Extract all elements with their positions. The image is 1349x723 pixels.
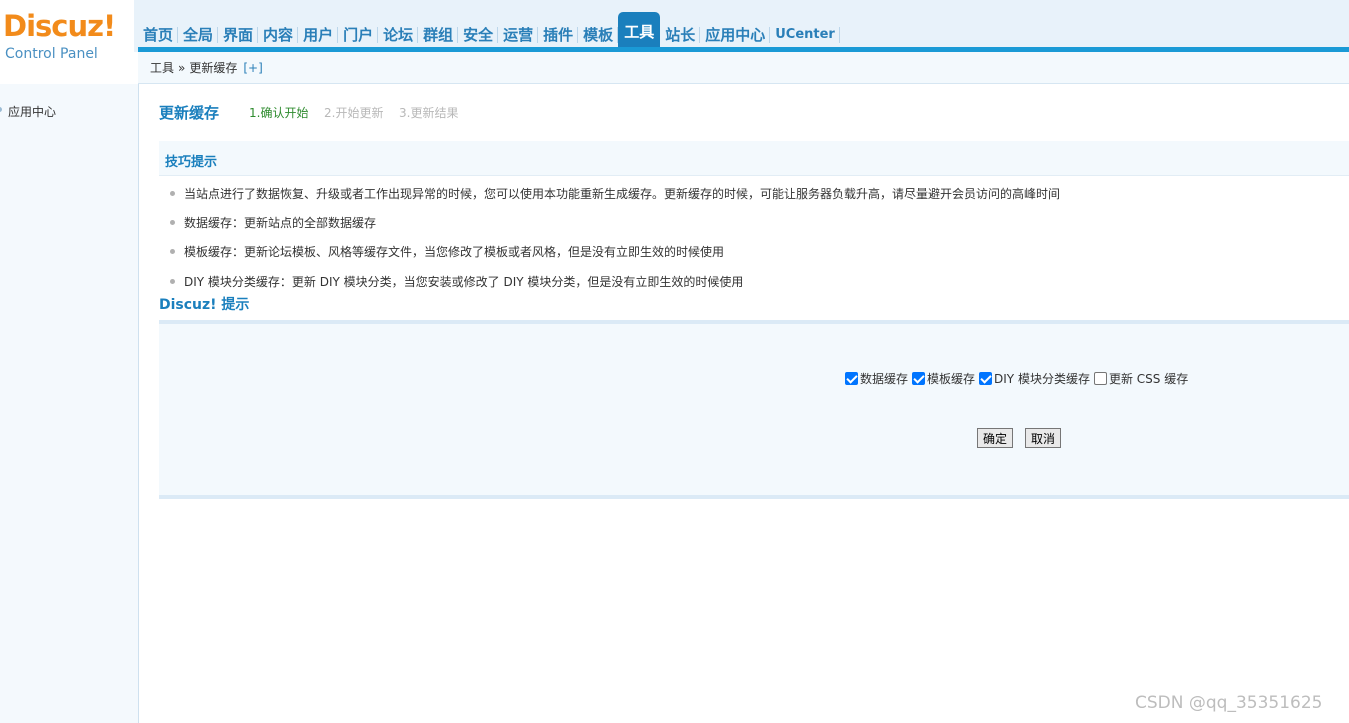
option-label: 数据缓存 bbox=[860, 372, 909, 386]
sidebar: 应用中心 bbox=[0, 84, 139, 723]
step-confirm: 1.确认开始 bbox=[249, 106, 309, 120]
breadcrumb: 工具 » 更新缓存 [+] bbox=[138, 52, 1349, 84]
option-css-cache[interactable]: 更新 CSS 缓存 bbox=[1093, 370, 1189, 387]
nav-item-portal[interactable]: 门户 bbox=[338, 18, 379, 50]
app-window: Discuz! Control Panel 首页 全局 界面 内容 用户 门户 … bbox=[0, 0, 1349, 723]
breadcrumb-parent[interactable]: 工具 bbox=[150, 59, 174, 76]
nav-item-groups[interactable]: 群组 bbox=[418, 18, 459, 50]
nav-item-forum[interactable]: 论坛 bbox=[378, 18, 419, 50]
breadcrumb-separator: » bbox=[178, 60, 186, 75]
step-result: 3.更新结果 bbox=[399, 106, 459, 120]
confirm-button[interactable]: 确定 bbox=[977, 428, 1014, 448]
option-label: DIY 模块分类缓存 bbox=[994, 372, 1090, 386]
option-label: 更新 CSS 缓存 bbox=[1108, 372, 1189, 386]
bullet-icon bbox=[0, 107, 2, 112]
tip-item: 数据缓存：更新站点的全部数据缓存 bbox=[169, 216, 377, 230]
discuz-tip-title: Discuz! 提示 bbox=[159, 297, 250, 313]
nav-item-ucenter[interactable]: UCenter bbox=[770, 18, 840, 50]
checkbox-css-cache[interactable] bbox=[1093, 372, 1107, 385]
csdn-watermark: CSDN @qq_35351625 bbox=[1135, 693, 1323, 713]
nav-item-interface[interactable]: 界面 bbox=[218, 18, 259, 50]
breadcrumb-current: 更新缓存 bbox=[189, 61, 238, 75]
option-label: 模板缓存 bbox=[927, 372, 976, 386]
logo-brand: Discuz! bbox=[3, 9, 116, 43]
sidebar-item-app-center[interactable]: 应用中心 bbox=[8, 103, 56, 120]
tip-item: DIY 模块分类缓存：更新 DIY 模块分类，当您安装或修改了 DIY 模块分类… bbox=[169, 275, 744, 289]
logo-subtitle: Control Panel bbox=[5, 46, 98, 62]
nav-item-home[interactable]: 首页 bbox=[138, 18, 179, 50]
nav-item-content[interactable]: 内容 bbox=[258, 18, 299, 50]
cache-options: 数据缓存 模板缓存 DIY 模块分类缓存 更新 CSS 缓存 bbox=[845, 370, 1192, 387]
tips-title: 技巧提示 bbox=[165, 155, 218, 170]
option-data-cache[interactable]: 数据缓存 bbox=[845, 370, 908, 387]
nav-item-tools[interactable]: 工具 bbox=[618, 12, 661, 50]
nav-item-templates[interactable]: 模板 bbox=[578, 18, 619, 50]
nav-item-operations[interactable]: 运营 bbox=[498, 18, 539, 50]
nav-item-app-center[interactable]: 应用中心 bbox=[700, 18, 771, 50]
page-title: 更新缓存 bbox=[159, 104, 220, 122]
logo[interactable]: Discuz! Control Panel bbox=[0, 0, 134, 80]
cancel-button[interactable]: 取消 bbox=[1025, 428, 1062, 448]
tip-item: 当站点进行了数据恢复、升级或者工作出现异常的时候，您可以使用本功能重新生成缓存。… bbox=[169, 187, 1061, 201]
main-nav: 首页 全局 界面 内容 用户 门户 论坛 群组 安全 运营 插件 模板 工具 站… bbox=[138, 12, 840, 50]
checkbox-template-cache[interactable] bbox=[912, 372, 926, 385]
nav-item-global[interactable]: 全局 bbox=[178, 18, 219, 50]
breadcrumb-add-shortcut[interactable]: [+] bbox=[243, 61, 262, 75]
nav-item-plugins[interactable]: 插件 bbox=[538, 18, 579, 50]
checkbox-diy-cache[interactable] bbox=[979, 372, 993, 385]
option-template-cache[interactable]: 模板缓存 bbox=[912, 370, 975, 387]
nav-item-webmaster[interactable]: 站长 bbox=[660, 18, 701, 50]
checkbox-data-cache[interactable] bbox=[845, 372, 858, 385]
nav-item-security[interactable]: 安全 bbox=[458, 18, 499, 50]
title-row: 更新缓存 1.确认开始 2.开始更新 3.更新结果 bbox=[159, 102, 859, 124]
tip-item: 模板缓存：更新论坛模板、风格等缓存文件，当您修改了模板或者风格，但是没有立即生效… bbox=[169, 245, 725, 259]
step-start: 2.开始更新 bbox=[324, 106, 384, 120]
nav-item-users[interactable]: 用户 bbox=[298, 18, 339, 50]
cache-form: 数据缓存 模板缓存 DIY 模块分类缓存 更新 CSS 缓存 确定 取消 bbox=[159, 320, 1349, 499]
option-diy-cache[interactable]: DIY 模块分类缓存 bbox=[979, 370, 1090, 387]
tips-header: 技巧提示 bbox=[159, 141, 1349, 176]
